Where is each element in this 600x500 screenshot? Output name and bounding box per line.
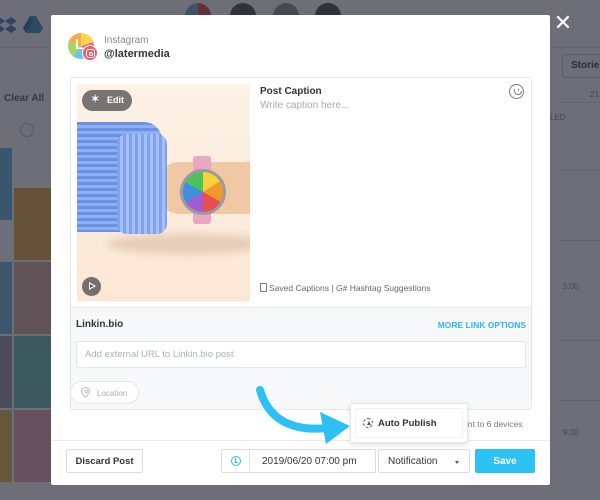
caption-tools: Saved Captions | G# Hashtag Suggestions (260, 283, 431, 293)
close-icon[interactable]: ✕ (553, 12, 573, 34)
smiley-icon[interactable] (509, 84, 524, 99)
clock-icon (231, 456, 241, 466)
account-platform: Instagram (104, 35, 149, 46)
location-button[interactable]: Location (70, 381, 139, 404)
account-handle: @latermedia (104, 48, 170, 60)
modal-footer: Discard Post 2019/06/20 07:00 pm Notific… (51, 440, 550, 485)
notification-devices-text: ent to 6 devices (463, 419, 523, 429)
post-editor-modal: L Instagram @latermedia ✶ Edit Post Capt… (51, 15, 550, 485)
chevron-down-icon (455, 461, 459, 464)
instagram-icon (82, 45, 98, 61)
watch (180, 169, 226, 215)
linkinbio-url-input[interactable] (76, 341, 526, 368)
more-link-options-link[interactable]: MORE LINK OPTIONS (438, 320, 526, 330)
media-preview: ✶ Edit (77, 84, 250, 301)
document-icon (260, 283, 267, 292)
datetime-value: 2019/06/20 07:00 pm (262, 456, 357, 467)
caption-title: Post Caption (260, 86, 322, 97)
magic-wand-icon: ✶ (91, 94, 100, 105)
caption-input[interactable] (260, 100, 515, 275)
post-card: ✶ Edit Post Caption Saved Captions | G# … (70, 77, 532, 410)
hashtag-suggestions-link[interactable]: G# Hashtag Suggestions (336, 283, 431, 293)
saved-captions-link[interactable]: Saved Captions (260, 283, 329, 293)
datetime-picker[interactable]: 2019/06/20 07:00 pm (221, 449, 376, 473)
publish-method-dropdown: Auto Publish (350, 403, 468, 443)
auto-publish-icon (363, 418, 373, 428)
linkinbio-title: Linkin.bio (76, 319, 124, 330)
play-icon[interactable] (82, 277, 101, 296)
edit-media-button[interactable]: ✶ Edit (82, 90, 132, 111)
hashtag-icon: G# (335, 283, 348, 293)
discard-post-button[interactable]: Discard Post (66, 449, 143, 473)
linkinbio-section: Linkin.bio MORE LINK OPTIONS (71, 307, 531, 409)
map-pin-icon (79, 385, 92, 398)
publish-method-select[interactable]: Notification (378, 449, 470, 473)
auto-publish-option[interactable]: Auto Publish (355, 408, 463, 438)
save-button[interactable]: Save (475, 449, 535, 473)
